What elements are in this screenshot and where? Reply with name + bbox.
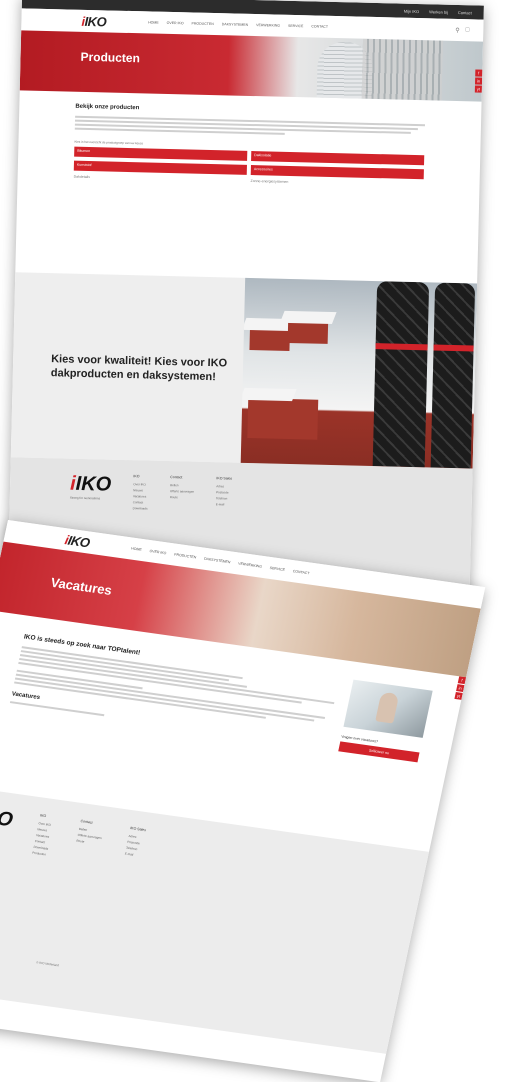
youtube-icon[interactable]: yt (474, 85, 482, 93)
product-link-1[interactable]: Dakdetails (74, 175, 247, 183)
snowy-houses-roofing-rolls-image (240, 277, 478, 469)
footer-link[interactable]: Contact (133, 500, 148, 504)
iko-logo[interactable]: iIKO (64, 532, 92, 550)
footer-link[interactable]: Offerte aanvragen (170, 489, 194, 494)
footer-link[interactable]: Downloads (33, 845, 49, 851)
footer-address: Telefoon (215, 496, 228, 501)
footer-link[interactable]: Producten (32, 851, 48, 857)
nav-over-iko[interactable]: OVER IKO (167, 21, 184, 25)
product-button-1[interactable]: Bitumen (74, 146, 248, 161)
footer-col-sales: IKO Sales Adres Postcode Telefoon E-mail (124, 826, 147, 857)
linkedin-icon[interactable]: in (456, 684, 465, 692)
topbar-link-3[interactable]: Contact (458, 10, 472, 15)
search-icon[interactable]: ⚲ (455, 26, 460, 33)
nav-daksystemen[interactable]: DAKSYSTEMEN (204, 557, 231, 565)
footer-link[interactable]: Vacatures (36, 833, 52, 839)
footer-col-contact: Contact Bellen Offerte aanvragen Route (41, 819, 105, 1009)
footer-address: Telefoon (125, 845, 138, 852)
topbar-link-2[interactable]: Werken bij (429, 9, 448, 14)
footer-link[interactable]: Contact (34, 839, 50, 845)
footer-link[interactable]: Over IKO (133, 482, 148, 486)
nav-home[interactable]: HOME (131, 546, 142, 551)
nav-contact[interactable]: CONTACT (311, 24, 328, 28)
product-link-2[interactable]: Zonne-energiesystemen (251, 179, 424, 187)
footer-link[interactable]: Downloads (133, 506, 148, 510)
hero-banner: Producten (19, 30, 484, 102)
promo-heading: Kies voor kwaliteit! Kies voor IKO dakpr… (50, 352, 228, 383)
page-title: Vacatures (49, 574, 114, 598)
footer-address: Adres (128, 833, 137, 839)
facebook-icon[interactable]: f (457, 676, 467, 685)
footer-link[interactable]: Nieuws (133, 488, 148, 492)
nav-service[interactable]: SERVICE (269, 566, 285, 572)
iko-logo[interactable]: iIKO (81, 13, 106, 29)
nav-producten[interactable]: PRODUCTEN (192, 22, 214, 27)
footer-address: Adres (216, 484, 225, 489)
promo-section: Kies voor kwaliteit! Kies voor IKO dakpr… (10, 272, 478, 469)
linkedin-icon[interactable]: in (475, 77, 483, 85)
contact-sidebar: Vragen over vacatures? Solliciteer nu (320, 679, 433, 848)
vacatures-page-screenshot: iIKO HOME OVER IKO PRODUCTEN DAKSYSTEMEN… (0, 520, 486, 1082)
youtube-icon[interactable]: yt (454, 692, 463, 700)
nav-over-iko[interactable]: OVER IKO (149, 549, 167, 555)
footer-link[interactable]: Nieuws (37, 827, 53, 833)
nav-service[interactable]: SERVICE (288, 24, 303, 28)
nav-daksystemen[interactable]: DAKSYSTEMEN (222, 22, 249, 27)
cart-icon[interactable]: □ (466, 27, 470, 34)
nav-contact[interactable]: CONTACT (292, 569, 309, 575)
nav-verwerking[interactable]: VERWERKING (256, 23, 280, 28)
recruiter-photo (343, 679, 433, 738)
footer-address: E-mail (215, 502, 225, 507)
topbar-link-1[interactable]: Mijn IKO (404, 8, 419, 13)
footer-address: Postcode (126, 839, 141, 846)
industrial-structure-image (361, 38, 444, 101)
facebook-icon[interactable]: f (475, 69, 483, 77)
product-button-3[interactable]: Kunststof (73, 160, 247, 175)
producten-page-screenshot: Mijn IKO Werken bij Contact iIKO HOME OV… (7, 0, 484, 611)
product-button-4[interactable]: Accessoires (250, 164, 424, 180)
footer-address: Postcode (216, 490, 229, 495)
page-title: Producten (80, 49, 141, 66)
product-button-2[interactable]: Dakisolatie (251, 151, 425, 166)
nav-producten[interactable]: PRODUCTEN (174, 553, 197, 560)
footer-link[interactable]: Over IKO (38, 821, 54, 827)
footer-link[interactable]: Route (76, 839, 101, 846)
nav-verwerking[interactable]: VERWERKING (238, 562, 262, 569)
nav-home[interactable]: HOME (148, 20, 159, 24)
footer-link[interactable]: Vacatures (133, 494, 148, 498)
social-sidebar: f in yt (474, 69, 483, 93)
products-section: Bekijk onze producten Kies in het overzi… (15, 90, 481, 283)
footer-link[interactable]: Bellen (170, 483, 194, 488)
footer-address: E-mail (124, 851, 134, 857)
footer-link[interactable]: Route (170, 495, 194, 500)
